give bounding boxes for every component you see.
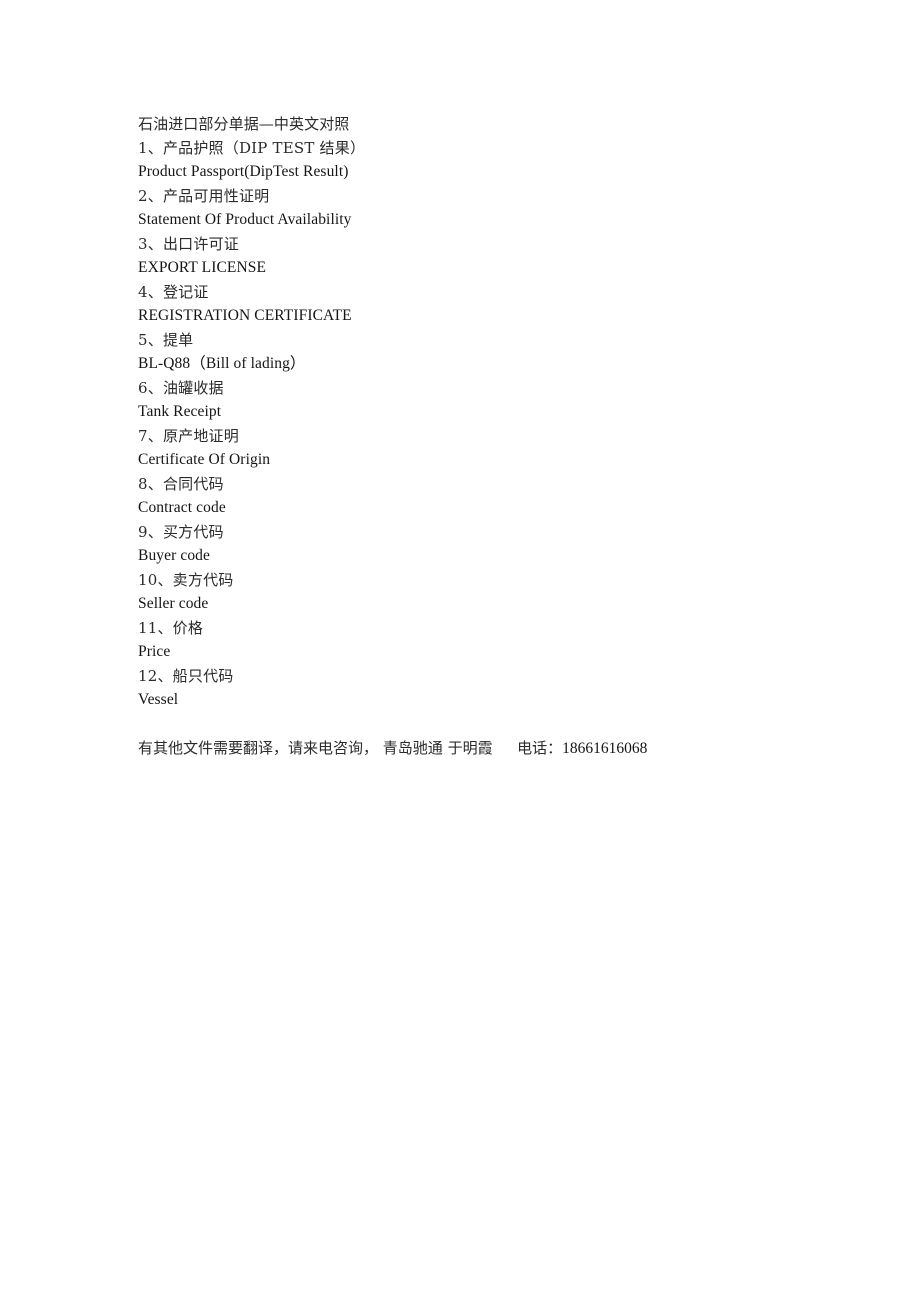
list-item-4-cn: 4、登记证 [138,283,209,301]
list-item-5-cn: 5、提单 [138,331,194,349]
list-item-12-en: Vessel [138,691,179,708]
footer-contact-person: 于明霞 [447,739,493,757]
footer-phone-label: 电话： [517,739,563,757]
list-item-6-en: Tank Receipt [138,403,222,420]
blank-line-spacer [138,712,838,736]
document-title: 石油进口部分单据—中英文对照 [138,115,350,133]
list-item-1-cn: 1、产品护照（DIP TEST 结果） [138,139,366,157]
list-item-7-cn: 7、原产地证明 [138,427,239,445]
document-body: 石油进口部分单据—中英文对照 1、产品护照（DIP TEST 结果） Produ… [138,112,838,760]
list-item-10-cn: 10、卖方代码 [138,571,234,589]
list-item-11-cn: 11、价格 [138,619,204,637]
list-item-11-en: Price [138,643,171,660]
list-item-2-cn: 2、产品可用性证明 [138,187,270,205]
list-item-3-en: EXPORT LICENSE [138,259,267,276]
footer-phone-number: 18661616068 [562,740,648,757]
list-item-10-en: Seller code [138,595,209,612]
footer-contact-line: 有其他文件需要翻译，请来电咨询， 青岛驰通 于明霞 电话：18661616068 [138,736,838,760]
list-item-6-cn: 6、油罐收据 [138,379,224,397]
document-page: 石油进口部分单据—中英文对照 1、产品护照（DIP TEST 结果） Produ… [0,0,920,1302]
list-item-12-cn: 12、船只代码 [138,667,234,685]
list-item-8-en: Contract code [138,499,226,516]
footer-company-name: 青岛驰通 [382,739,443,757]
footer-notice-text: 有其他文件需要翻译，请来电咨询， [138,739,379,757]
list-item-2-en: Statement Of Product Availability [138,211,352,228]
list-item-3-cn: 3、出口许可证 [138,235,239,253]
list-item-9-cn: 9、买方代码 [138,523,224,541]
list-item-1-en: Product Passport(DipTest Result) [138,163,349,180]
list-item-7-en: Certificate Of Origin [138,451,271,468]
list-item-8-cn: 8、合同代码 [138,475,224,493]
list-item-4-en: REGISTRATION CERTIFICATE [138,307,352,324]
list-item-9-en: Buyer code [138,547,211,564]
footer-spacing-3 [493,739,518,757]
list-item-5-en: BL-Q88（Bill of lading） [138,355,306,372]
